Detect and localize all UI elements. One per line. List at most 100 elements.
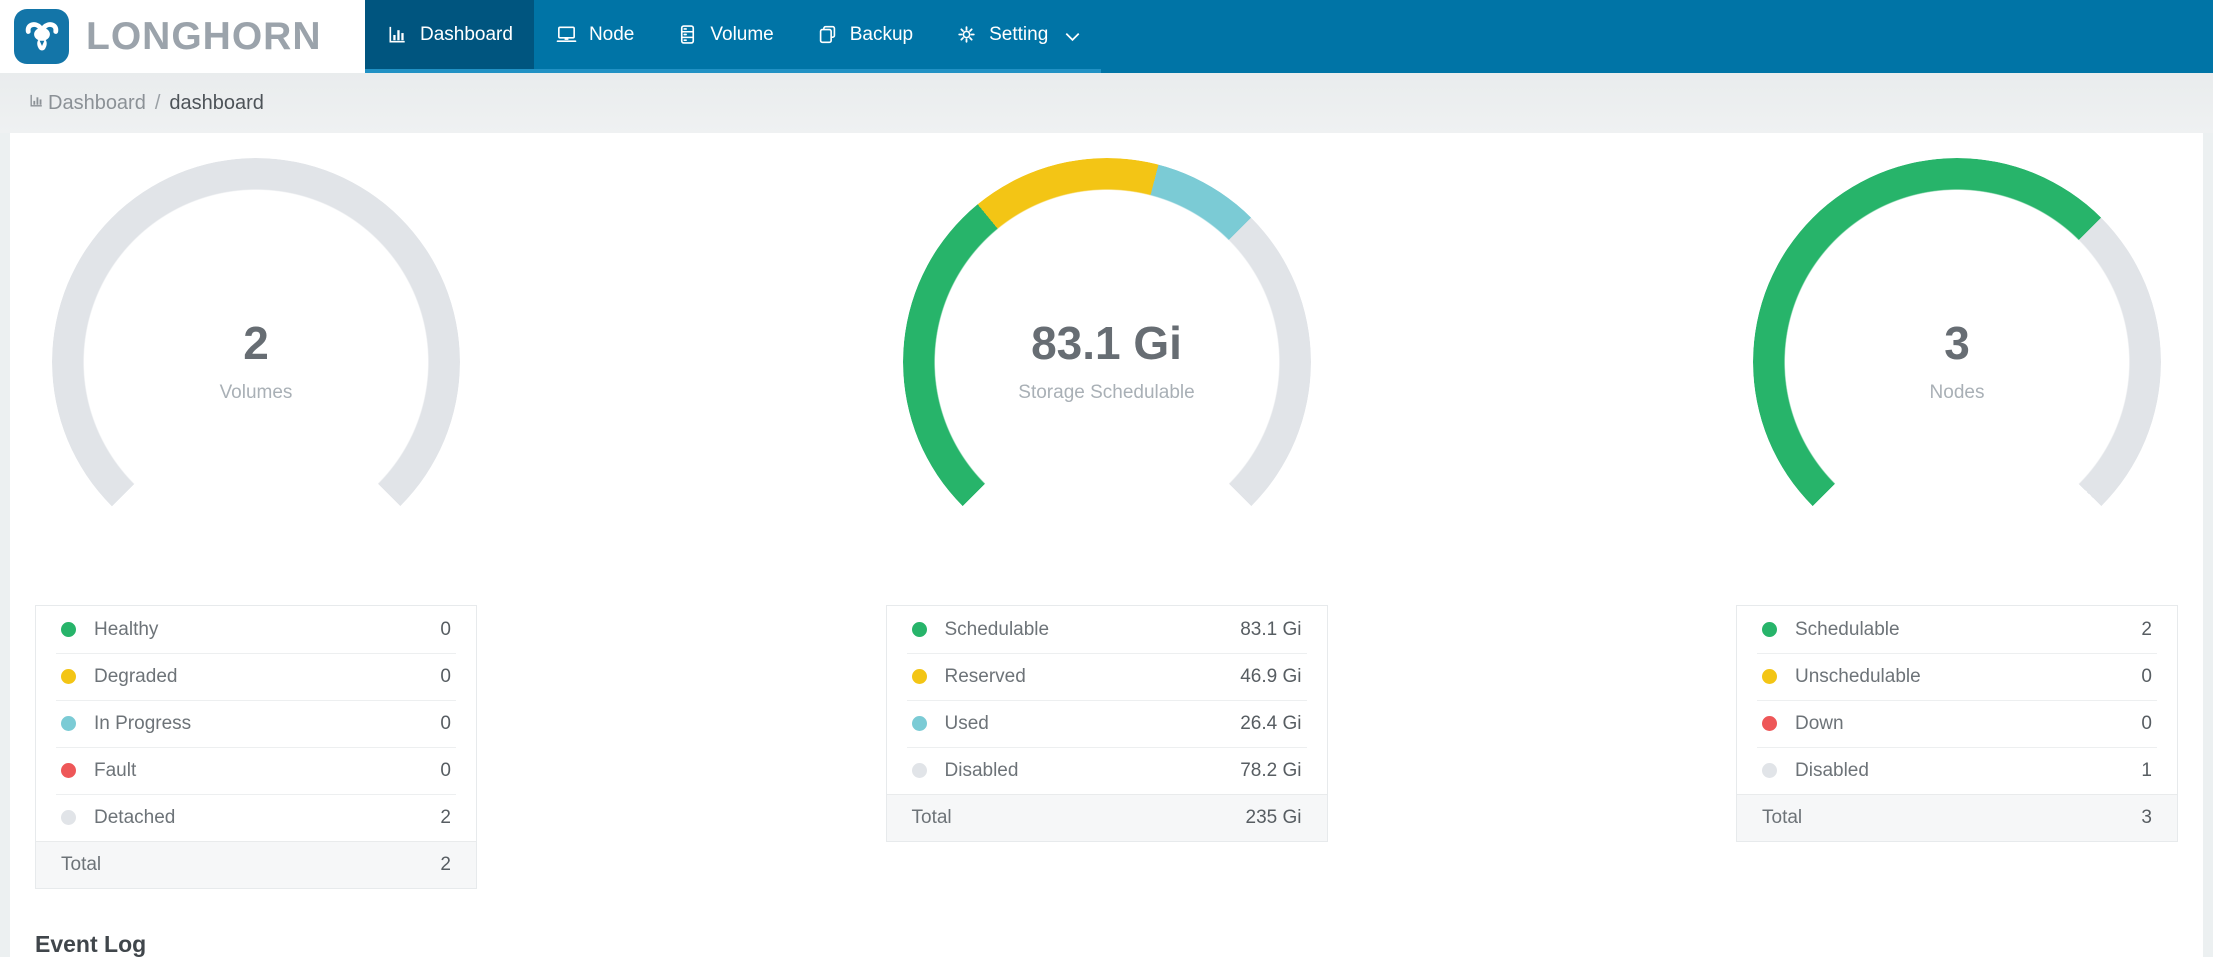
legend-color-dot [1762,716,1777,731]
legend-row: Unschedulable 0 [1737,653,2177,700]
longhorn-logo-icon [14,9,69,64]
node-icon [555,23,578,46]
nav-item-label: Setting [989,23,1049,45]
volumes-label: Volumes [219,382,293,403]
brand-name: LONGHORN [86,14,322,58]
legend-row: Used 26.4 Gi [887,700,1327,747]
legend-label: Disabled [1795,759,1869,781]
legend-row: Down 0 [1737,700,2177,747]
legend-value: 0 [2141,712,2152,734]
legend-value: 0 [440,618,451,640]
legend-total-row: Total 3 [1737,794,2177,841]
legend-value: 0 [440,759,451,781]
legend-color-dot [911,669,927,684]
legend-color-dot [1762,622,1777,637]
volumes-legend-table: Healthy 0 Degraded 0 In Progress 0 Fault 0 Detac… [35,605,477,889]
legend-total-row: Total 2 [36,841,476,888]
nav-item-backup[interactable]: Backup [795,0,934,69]
legend-label: Used [944,712,989,734]
legend-total-row: Total 235 Gi [886,794,1327,841]
storage-gauge-chart: 83.1 Gi Storage Schedulable [902,158,1311,566]
legend-color-dot [61,716,76,731]
legend-label: Unschedulable [1795,665,1921,687]
nav-item-label: Backup [849,23,914,45]
legend-row: Schedulable 2 [1737,606,2177,653]
legend-color-dot [911,763,927,778]
navbar-filler [1101,0,2213,73]
legend-label: In Progress [94,712,192,734]
legend-value: 26.4 Gi [1240,712,1302,734]
storage-gauge-center: 83.1 Gi Storage Schedulable [903,158,1311,566]
legend-total-value: 235 Gi [1245,806,1302,828]
legend-total-label: Total [61,853,102,875]
dashboard-card: 2 Volumes Healthy 0 Degraded 0 In Progress 0 F… [10,133,2203,957]
legend-value: 0 [440,712,451,734]
nodes-legend-table: Schedulable 2 Unschedulable 0 Down 0 Disabled 1… [1736,605,2178,842]
breadcrumb: Dashboard / dashboard [0,73,2213,133]
legend-row: Reserved 46.9 Gi [887,653,1327,700]
brand-logo[interactable]: LONGHORN [0,0,365,73]
legend-color-dot [1762,763,1777,778]
legend-value: 2 [440,806,451,828]
bar-chart-icon [28,92,48,115]
legend-label: Reserved [944,665,1026,687]
volumes-gauge-center: 2 Volumes [52,158,460,566]
main-nav: Dashboard Node Volume Backup Setting [365,0,1102,73]
legend-row: Degraded 0 [36,653,476,700]
database-icon [676,23,699,46]
legend-row: Schedulable 83.1 Gi [887,606,1327,653]
legend-value: 1 [2141,759,2152,781]
panel-nodes: 3 Nodes Schedulable 2 Unschedulable 0 Down 0 D… [1736,158,2178,889]
legend-row: Detached 2 [36,794,476,841]
legend-total-value: 2 [440,853,451,875]
legend-label: Detached [94,806,176,828]
legend-row: Disabled 78.2 Gi [887,747,1327,794]
legend-row: In Progress 0 [36,700,476,747]
gauge-panels-row: 2 Volumes Healthy 0 Degraded 0 In Progress 0 F… [35,158,2178,889]
legend-value: 78.2 Gi [1240,759,1302,781]
legend-color-dot [61,810,76,825]
legend-value: 0 [2141,665,2152,687]
legend-label: Down [1795,712,1844,734]
legend-row: Fault 0 [36,747,476,794]
volumes-count: 2 [243,317,269,369]
legend-color-dot [911,622,927,637]
legend-value: 0 [440,665,451,687]
legend-label: Disabled [944,759,1019,781]
legend-total-label: Total [1762,806,1803,828]
breadcrumb-current-page: dashboard [169,92,264,114]
legend-value: 83.1 Gi [1240,618,1302,640]
event-log-title: Event Log [35,931,147,957]
volumes-gauge-chart: 2 Volumes [52,158,460,566]
nav-item-setting[interactable]: Setting [934,0,1101,69]
panel-volumes: 2 Volumes Healthy 0 Degraded 0 In Progress 0 F… [35,158,477,889]
bar-chart-icon [386,23,409,46]
legend-value: 2 [2141,618,2152,640]
nav-item-volume[interactable]: Volume [655,0,794,69]
nav-item-label: Dashboard [420,23,513,45]
storage-schedulable-value: 83.1 Gi [1031,317,1182,369]
legend-label: Healthy [94,618,159,640]
breadcrumb-dashboard-link[interactable]: Dashboard [48,92,146,115]
legend-label: Schedulable [944,618,1050,640]
nav-item-dashboard[interactable]: Dashboard [365,0,534,69]
legend-total-value: 3 [2141,806,2152,828]
storage-schedulable-label: Storage Schedulable [1018,382,1195,403]
legend-color-dot [1762,669,1777,684]
copy-icon [816,23,839,46]
nodes-gauge-chart: 3 Nodes [1753,158,2161,566]
legend-total-label: Total [911,806,952,828]
gear-icon [955,23,978,46]
legend-label: Degraded [94,665,178,687]
legend-color-dot [911,716,927,731]
legend-label: Schedulable [1795,618,1900,640]
nav-item-label: Node [588,23,635,45]
legend-color-dot [61,622,76,637]
nodes-label: Nodes [1929,382,1985,403]
legend-row: Disabled 1 [1737,747,2177,794]
legend-color-dot [61,763,76,778]
breadcrumb-separator: / [154,92,161,114]
nav-item-node[interactable]: Node [534,0,655,69]
legend-label: Fault [94,759,137,781]
panel-storage: 83.1 Gi Storage Schedulable Schedulable 8… [885,158,1328,889]
